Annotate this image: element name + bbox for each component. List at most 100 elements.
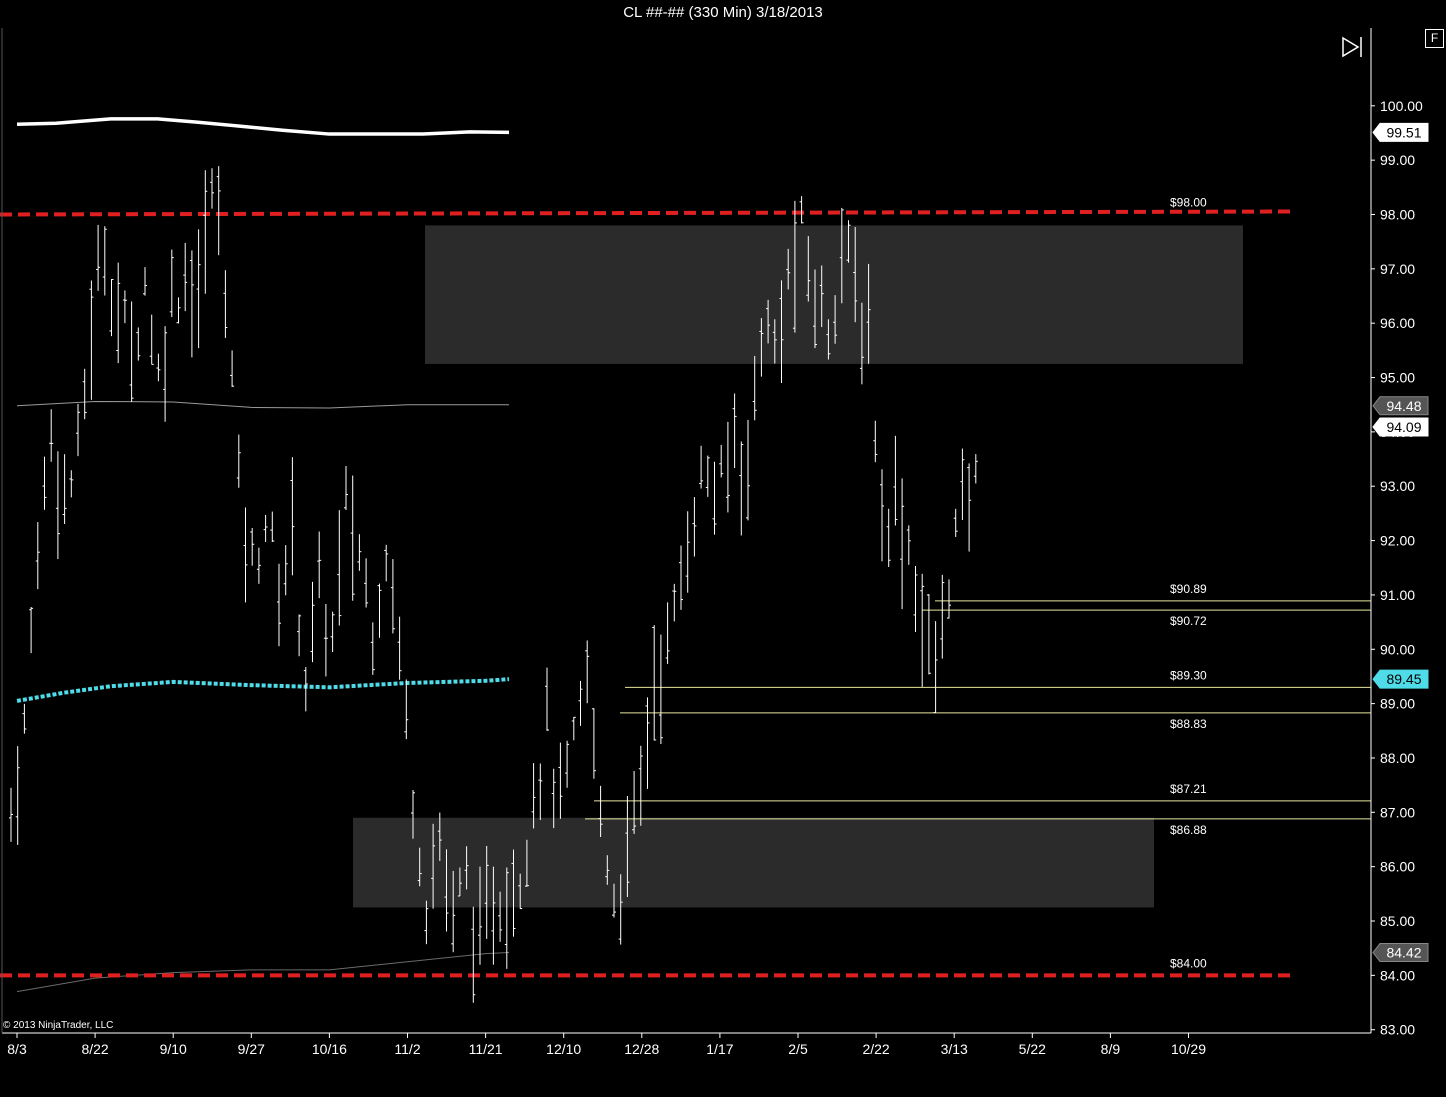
price-bar [752, 355, 757, 421]
level-label: $90.89 [1170, 582, 1207, 596]
y-tick-label: 85.00 [1380, 913, 1415, 929]
x-tick-label: 10/16 [312, 1041, 347, 1057]
price-bar [116, 262, 121, 364]
x-tick-label: 1/17 [706, 1041, 733, 1057]
price-bar [397, 616, 402, 680]
price-bar [189, 250, 194, 358]
price-bar [143, 267, 147, 296]
price-bar [290, 457, 295, 576]
x-tick-label: 9/27 [238, 1041, 265, 1057]
ma-line-slow [16, 117, 510, 136]
price-bar [15, 746, 20, 845]
price-bar [665, 602, 670, 664]
price-bar [156, 353, 161, 382]
price-bar [638, 745, 643, 826]
price-bar [102, 226, 107, 296]
price-bar [82, 368, 87, 420]
price-bar [886, 508, 891, 568]
price-bar [545, 667, 549, 731]
price-bar [658, 634, 663, 745]
price-bar [216, 166, 221, 256]
price-bar [565, 740, 570, 788]
price-bar [176, 297, 181, 324]
y-tick-label: 83.00 [1380, 1022, 1415, 1038]
level-label: $90.72 [1170, 614, 1207, 628]
price-chart[interactable]: $98.00 $84.00 $90.89 $90.72 $89.30 $88.83 $87.… [0, 0, 1446, 1097]
x-tick-label: 8/3 [7, 1041, 27, 1057]
price-bar [344, 466, 348, 511]
price-bar [390, 559, 395, 634]
price-bar [404, 679, 409, 740]
y-tick-label: 97.00 [1380, 261, 1415, 277]
price-bar [364, 558, 369, 608]
price-bar [933, 621, 938, 714]
price-bar [732, 393, 737, 469]
price-bar [230, 350, 235, 387]
price-bar [558, 742, 563, 819]
ma-line-long [16, 952, 510, 993]
price-bar [699, 445, 704, 489]
price-bar [317, 531, 322, 599]
price-bar [591, 708, 596, 779]
price-bar [277, 563, 281, 647]
price-bar [725, 421, 730, 513]
price-bar [900, 478, 905, 610]
level-label: $86.88 [1170, 823, 1207, 837]
last-price-value: 94.09 [1372, 417, 1429, 437]
x-tick-label: 8/9 [1101, 1041, 1121, 1057]
price-bar [149, 314, 154, 365]
price-bar [96, 224, 101, 291]
price-bar [310, 581, 315, 663]
price-bar [377, 583, 382, 638]
level-line [0, 209, 1292, 217]
level-label: $87.21 [1170, 782, 1207, 796]
price-bar [953, 508, 958, 537]
price-bar [571, 716, 576, 741]
price-bar [303, 667, 308, 712]
price-bar [330, 611, 335, 653]
level-label: $89.30 [1170, 668, 1207, 682]
price-bar [973, 454, 978, 484]
price-bar [960, 448, 965, 521]
x-tick-label: 5/22 [1019, 1041, 1046, 1057]
x-tick-label: 2/5 [788, 1041, 808, 1057]
price-bar [22, 703, 27, 734]
y-tick-label: 98.00 [1380, 206, 1415, 222]
upper-zone [425, 225, 1243, 364]
x-tick-label: 2/22 [862, 1041, 889, 1057]
price-bar [250, 527, 255, 566]
price-bar [129, 301, 134, 402]
price-bar [893, 435, 898, 526]
price-bar [705, 455, 710, 497]
chart-options-button[interactable]: F [1425, 29, 1444, 48]
price-bar [712, 461, 717, 535]
price-bar [578, 680, 583, 726]
price-bar [370, 622, 375, 675]
price-bar [183, 242, 188, 312]
level-label: $84.00 [1170, 956, 1207, 970]
price-bar [122, 290, 127, 324]
x-tick-label: 12/28 [624, 1041, 659, 1057]
price-bar [873, 420, 878, 463]
price-bar [323, 604, 328, 677]
price-bar [69, 470, 74, 498]
ma-line-fast [16, 677, 510, 703]
price-bar [163, 326, 168, 422]
price-bar [940, 574, 945, 659]
price-bar [297, 614, 302, 657]
price-bar [89, 280, 94, 400]
y-tick-label: 96.00 [1380, 315, 1415, 331]
x-tick-label: 3/13 [941, 1041, 968, 1057]
y-tick-label: 92.00 [1380, 533, 1415, 549]
price-bar [357, 534, 362, 571]
price-bar [799, 196, 804, 224]
copyright-text: © 2013 NinjaTrader, LLC [3, 1020, 114, 1031]
price-bar [29, 606, 34, 654]
price-bar [913, 565, 918, 633]
price-bar [880, 469, 884, 562]
price-bar [906, 525, 911, 565]
y-tick-label: 95.00 [1380, 370, 1415, 386]
price-bar [685, 511, 690, 593]
level-label: $88.83 [1170, 717, 1207, 731]
price-bar [645, 697, 650, 789]
